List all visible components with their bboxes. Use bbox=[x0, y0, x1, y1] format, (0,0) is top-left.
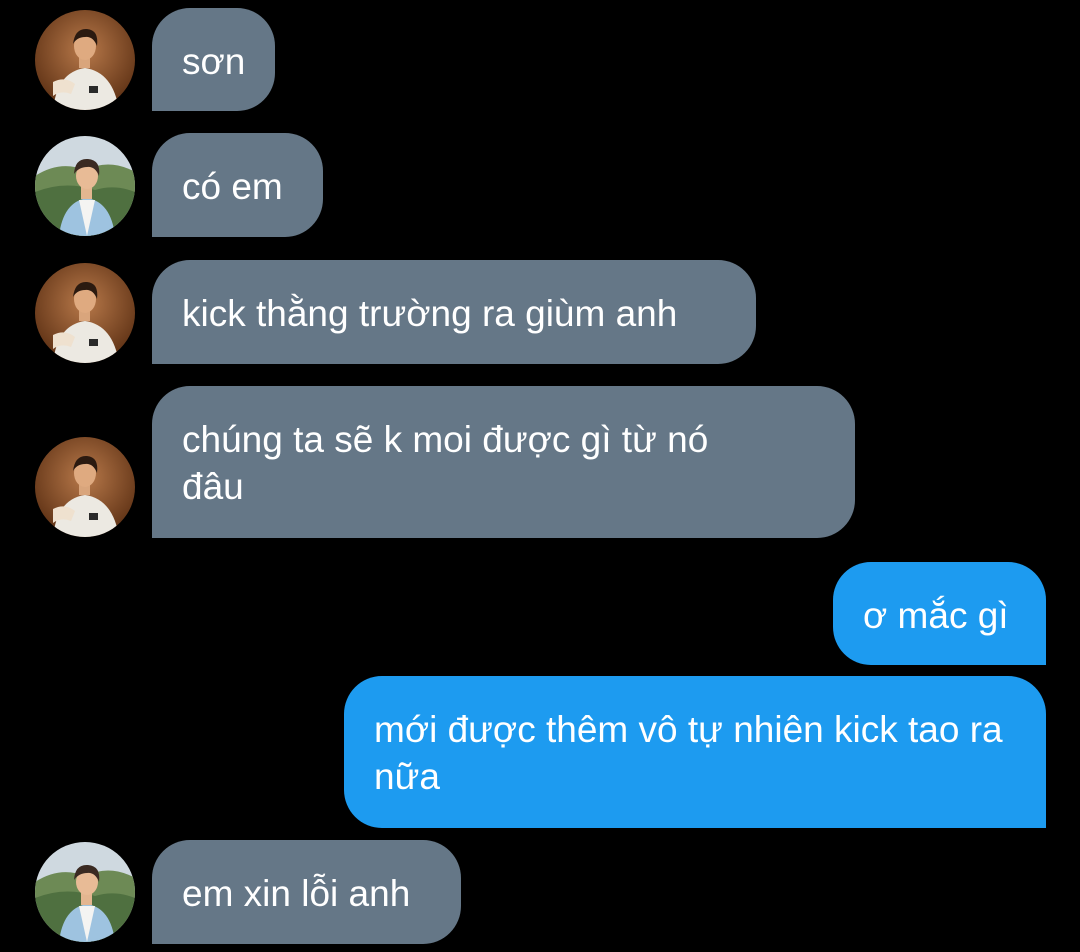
sender-avatar[interactable] bbox=[35, 10, 135, 110]
message-text: ơ mắc gì bbox=[863, 595, 1009, 636]
message-text: kick thằng trường ra giùm anh bbox=[182, 293, 678, 334]
sender-avatar[interactable] bbox=[35, 842, 135, 942]
message-text: chúng ta sẽ k moi được gì từ nó đâu bbox=[182, 419, 709, 507]
profile-photo-indoor bbox=[35, 263, 135, 363]
incoming-message-bubble[interactable]: em xin lỗi anh bbox=[152, 840, 461, 944]
sender-avatar[interactable] bbox=[35, 437, 135, 537]
profile-photo-indoor bbox=[35, 10, 135, 110]
incoming-message-bubble[interactable]: có em bbox=[152, 133, 323, 237]
outgoing-message-bubble[interactable]: mới được thêm vô tự nhiên kick tao ra nữ… bbox=[344, 676, 1046, 828]
message-thread: sơn có em kick thằng trường ra giùm anh … bbox=[0, 0, 1080, 952]
message-text: mới được thêm vô tự nhiên kick tao ra nữ… bbox=[374, 709, 1003, 797]
outgoing-message-bubble[interactable]: ơ mắc gì bbox=[833, 562, 1046, 665]
incoming-message-bubble[interactable]: kick thằng trường ra giùm anh bbox=[152, 260, 756, 364]
incoming-message-bubble[interactable]: chúng ta sẽ k moi được gì từ nó đâu bbox=[152, 386, 855, 538]
profile-photo-outdoor bbox=[35, 136, 135, 236]
sender-avatar[interactable] bbox=[35, 263, 135, 363]
incoming-message-bubble[interactable]: sơn bbox=[152, 8, 275, 111]
message-text: có em bbox=[182, 166, 283, 207]
message-text: em xin lỗi anh bbox=[182, 873, 411, 914]
message-text: sơn bbox=[182, 41, 246, 82]
profile-photo-indoor bbox=[35, 437, 135, 537]
sender-avatar[interactable] bbox=[35, 136, 135, 236]
profile-photo-outdoor bbox=[35, 842, 135, 942]
